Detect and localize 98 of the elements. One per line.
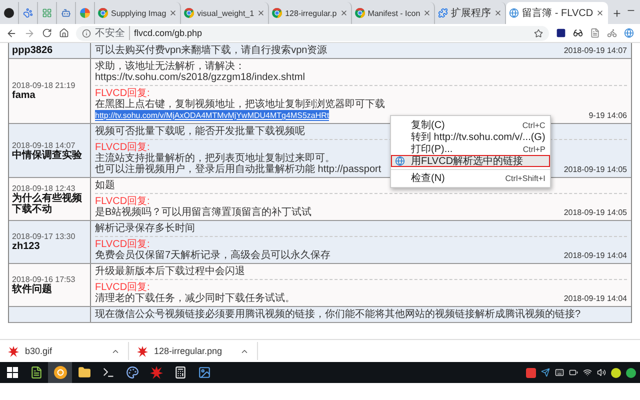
- info-icon[interactable]: [82, 28, 91, 38]
- back-icon[interactable]: [6, 28, 17, 38]
- url-text: flvcd.com/gb.php: [134, 28, 204, 38]
- question-text: https://tv.sohu.com/s2018/gzzgm18/index.shtml: [95, 72, 305, 83]
- browser-logo-icon: [98, 8, 108, 18]
- shortcut-text: Ctrl+C: [522, 120, 546, 130]
- reply-time: 2018-09-19 14:04: [564, 250, 627, 261]
- menu-item[interactable]: 用FLVCD解析选中的链接: [391, 155, 550, 167]
- post-date: 2018-09-17 13:30: [12, 232, 76, 241]
- shortcut-text: Ctrl+P: [522, 144, 546, 154]
- folder-icon[interactable]: [78, 366, 90, 379]
- post-date: 2018-09-18 14:07: [12, 140, 76, 150]
- reply-time: 2018-09-19 14:07: [564, 45, 627, 56]
- terminal-icon[interactable]: [102, 366, 114, 379]
- shortcut-text: Ctrl+Shift+I: [505, 174, 546, 182]
- photo-viewer-icon[interactable]: [198, 366, 210, 379]
- author-name: 软件问题: [12, 284, 53, 295]
- menu-item[interactable]: 检查(N) Ctrl+Shift+I: [391, 172, 550, 184]
- reply-label: FLVCD回复:: [95, 142, 150, 153]
- author-name: ppp3826: [12, 45, 54, 56]
- tray-round-icon[interactable]: [611, 368, 621, 378]
- globe-icon: [509, 8, 520, 18]
- puzzle-icon: [438, 8, 448, 18]
- menu-item[interactable]: 打印(P)... Ctrl+P: [391, 143, 550, 155]
- close-icon[interactable]: [494, 9, 502, 17]
- splat-icon: [137, 346, 148, 356]
- bike-icon[interactable]: [607, 28, 617, 38]
- close-icon[interactable]: [596, 9, 604, 17]
- globe-icon: [395, 156, 405, 166]
- question-text: 视频可否批量下载呢，能否开发批量下载视频呢: [95, 126, 305, 137]
- author-name: fama: [12, 90, 36, 101]
- reply-time: 2018-09-19 14:05: [564, 164, 627, 175]
- reply-text: 也可以注册视频用户，登录后用自动批量解析功能 http://passport: [95, 164, 382, 175]
- globe-icon[interactable]: [624, 28, 634, 38]
- download-item[interactable]: 128-irregular.png: [129, 342, 258, 360]
- ring-app-icon[interactable]: [54, 366, 66, 379]
- reply-time: 9-19 14:06: [588, 110, 627, 121]
- reply-text: 在黑图上点右键，复制视频地址，把该地址复制到浏览器即可下载: [95, 99, 385, 110]
- reply-label: FLVCD回复:: [95, 239, 150, 250]
- palette-icon[interactable]: [126, 366, 138, 379]
- video-link[interactable]: http://tv.sohu.com/v/MjAxODA4MTMvMjYwMDU4MTg4MS5zaHRt: [95, 110, 330, 121]
- question-text: 求助，该地址无法解析，请解决：: [95, 61, 245, 72]
- download-item[interactable]: b30.gif: [0, 342, 129, 360]
- browser-logo-icon: [272, 8, 282, 18]
- reply-text: 清理老的下载任务，减少同时下载任务试试。: [95, 293, 295, 304]
- reply-label: FLVCD回复:: [95, 196, 150, 207]
- send-icon[interactable]: [541, 368, 550, 377]
- reply-time: 2018-09-19 14:05: [564, 207, 627, 218]
- splat-icon: [8, 346, 19, 356]
- close-icon[interactable]: [257, 9, 266, 17]
- notepad-icon[interactable]: [30, 366, 42, 379]
- color-wheel-icon[interactable]: [80, 8, 90, 18]
- home-icon[interactable]: [59, 28, 69, 38]
- extension-square-icon[interactable]: [556, 28, 566, 38]
- wifi-icon[interactable]: [583, 368, 592, 377]
- question-text: 解析记录保存多长时间: [95, 223, 195, 234]
- reply-text: 是B站视频吗？可以用留言簿置顶留言的补丁试试: [95, 207, 312, 218]
- bookmark-star-icon[interactable]: [534, 28, 543, 38]
- battery-icon[interactable]: [569, 368, 578, 377]
- reload-icon[interactable]: [42, 28, 52, 38]
- author-name: zh123: [12, 241, 41, 252]
- close-icon[interactable]: [340, 9, 348, 17]
- close-icon[interactable]: [423, 9, 432, 17]
- menu-item[interactable]: 复制(C) Ctrl+C: [391, 119, 550, 131]
- question-text: 如题: [95, 180, 115, 191]
- glasses-icon[interactable]: [573, 28, 583, 38]
- start-icon[interactable]: [6, 367, 18, 378]
- volume-icon[interactable]: [597, 368, 606, 377]
- document-icon[interactable]: [590, 28, 600, 38]
- post-date: 2018-09-16 17:53: [12, 275, 76, 284]
- splat-app-icon[interactable]: [150, 366, 162, 379]
- reply-text: 免费会员仅保留7天解析记录，高级会员可以永久保存: [95, 250, 331, 261]
- round-logo-icon[interactable]: [4, 8, 14, 18]
- reply-text: 可以去购买付费vpn来翻墙下载，请自行搜索vpn资源: [95, 45, 328, 56]
- robot-icon[interactable]: [61, 8, 71, 18]
- reply-time: 2018-09-19 14:04: [564, 293, 627, 304]
- tray-circle-icon[interactable]: [626, 368, 636, 378]
- reply-label: FLVCD回复:: [95, 282, 150, 293]
- keyboard-icon[interactable]: [555, 368, 564, 377]
- reply-label: FLVCD回复:: [95, 88, 150, 99]
- new-tab-icon[interactable]: [612, 8, 622, 19]
- close-icon[interactable]: [169, 9, 178, 17]
- menu-item[interactable]: 转到 http://tv.sohu.com/v/...(G): [391, 131, 550, 143]
- reply-text: 主流站支持批量解析的，把列表页地址复制过来即可。: [95, 153, 335, 164]
- security-label: 不安全: [95, 26, 130, 40]
- browser-logo-icon: [184, 8, 194, 18]
- post-date: 2018-09-18 12:43: [12, 184, 76, 192]
- author-name: 中情保调查实验: [12, 150, 83, 160]
- author-name: 为什么有些视频下载不动: [12, 192, 83, 214]
- address-field[interactable]: 不安全 flvcd.com/gb.php: [76, 26, 549, 40]
- question-text: 升级最新版本后下载过程中会闪退: [95, 266, 245, 277]
- question-text: 现在微信公众号视频链接必须要用腾讯视频的链接，你们能不能将其他网站的视频链接解析成腾讯视频的链接?: [95, 309, 581, 320]
- calculator-icon[interactable]: [174, 366, 186, 379]
- input-method-icon[interactable]: [526, 368, 536, 378]
- browser-logo-icon: [354, 8, 365, 18]
- paw-icon[interactable]: [23, 8, 33, 18]
- post-date: 2018-09-18 21:19: [12, 81, 76, 90]
- browser-tab[interactable]: 留言簿 - FLVCD: [506, 2, 608, 24]
